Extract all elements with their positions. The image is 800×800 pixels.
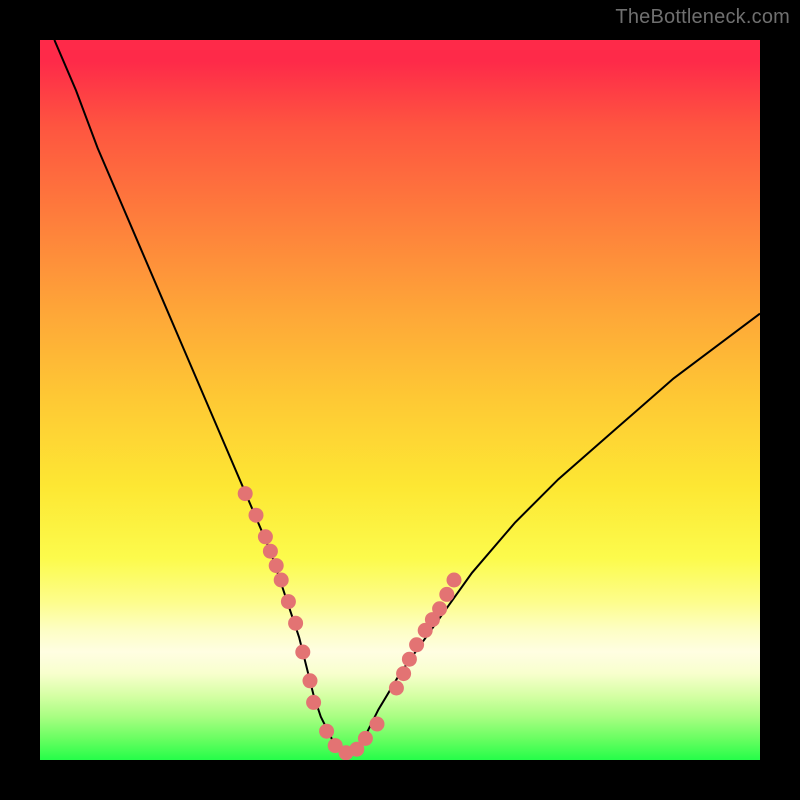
highlight-dot	[396, 666, 411, 681]
highlight-dot	[288, 616, 303, 631]
highlight-dots-group	[238, 486, 462, 760]
highlight-dot	[319, 724, 334, 739]
highlight-dot	[281, 594, 296, 609]
highlight-dot	[306, 695, 321, 710]
bottleneck-curve	[54, 40, 760, 756]
highlight-dot	[269, 558, 284, 573]
highlight-dot	[389, 681, 404, 696]
highlight-dot	[274, 573, 289, 588]
highlight-dot	[295, 645, 310, 660]
highlight-dot	[258, 529, 273, 544]
highlight-dot	[432, 601, 447, 616]
highlight-dot	[447, 573, 462, 588]
chart-svg	[40, 40, 760, 760]
highlight-dot	[402, 652, 417, 667]
plot-area	[40, 40, 760, 760]
highlight-dot	[249, 508, 264, 523]
highlight-dot	[358, 731, 373, 746]
highlight-dot	[409, 637, 424, 652]
highlight-dot	[439, 587, 454, 602]
highlight-dot	[370, 717, 385, 732]
chart-frame: TheBottleneck.com	[0, 0, 800, 800]
highlight-dot	[303, 673, 318, 688]
highlight-dot	[263, 544, 278, 559]
highlight-dot	[238, 486, 253, 501]
watermark-text: TheBottleneck.com	[615, 6, 790, 29]
